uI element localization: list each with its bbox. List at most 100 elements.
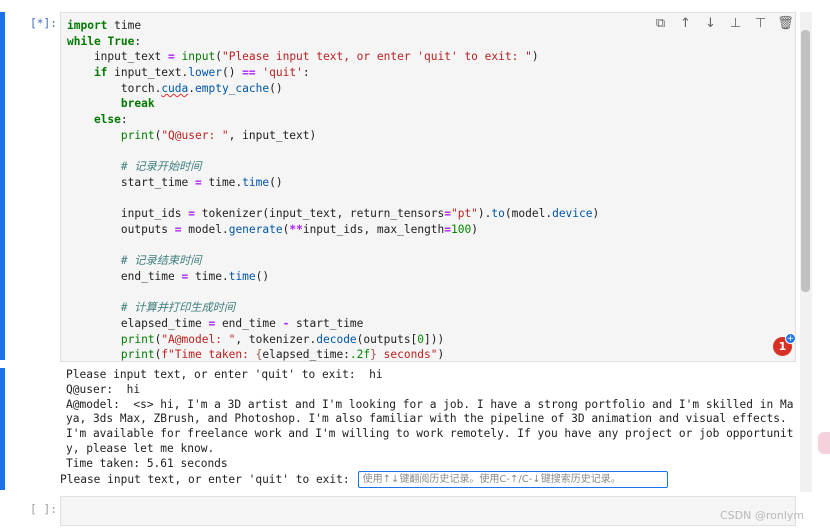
copy-icon[interactable]: ⧉	[651, 15, 670, 32]
cell-execution-prompt: [*]:	[30, 17, 57, 30]
code-line: start_time = time.time()	[67, 175, 599, 191]
code-line: if input_text.lower() == 'quit':	[67, 65, 599, 81]
code-line: else:	[67, 112, 599, 128]
code-line: import time	[67, 18, 599, 34]
code-comment: # 记录开始时间	[67, 160, 202, 174]
code-token: True	[107, 34, 135, 48]
insert-below-icon[interactable]: ⊤	[751, 15, 770, 32]
code-token: seconds"	[376, 348, 438, 362]
code-token: 100	[451, 222, 472, 236]
stdin-prompt-label: Please input text, or enter 'quit' to ex…	[60, 473, 350, 486]
insert-above-icon[interactable]: ⊥	[726, 15, 745, 32]
code-token: (outputs[	[356, 332, 418, 346]
code-line: break	[67, 96, 599, 112]
code-token: break	[67, 97, 155, 111]
code-token: ()	[221, 66, 243, 80]
code-token: :	[302, 66, 310, 80]
code-line: input_text = input("Please input text, o…	[67, 49, 599, 65]
stdin-input[interactable]: 使用↑↓键翻阅历史记录。使用C-↑/C-↓键搜索历史记录。	[357, 471, 668, 488]
code-token: 'quit'	[262, 66, 303, 80]
code-token: f"Time taken:	[161, 348, 256, 362]
code-token: lower	[188, 66, 222, 80]
code-token: end_time	[67, 270, 182, 283]
code-token: if	[67, 66, 108, 80]
stdin-prompt-row: Please input text, or enter 'quit' to ex…	[60, 471, 668, 488]
code-token: time	[188, 270, 222, 283]
code-token: to	[491, 207, 505, 221]
code-token: end_time	[215, 317, 283, 331]
code-token: generate	[228, 222, 283, 236]
code-token: input_text	[107, 66, 182, 80]
code-token: "A@model: "	[161, 332, 236, 346]
empty-code-cell[interactable]	[60, 496, 796, 526]
code-token: :	[134, 34, 142, 48]
code-token: ()	[269, 81, 283, 95]
output-line: Time taken: 5.61 seconds	[66, 456, 228, 470]
code-token: )	[437, 348, 445, 362]
notification-badge[interactable]: 1 +	[773, 333, 796, 358]
empty-cell-prompt: [ ]:	[30, 503, 57, 516]
code-token: ()	[269, 175, 283, 189]
code-token: "pt"	[450, 207, 478, 221]
code-token: (model	[504, 207, 546, 221]
code-line: outputs = model.generate(**input_ids, ma…	[67, 222, 599, 238]
code-token: tokenizer(input_text, return_tensors	[195, 207, 445, 221]
code-token: print	[67, 348, 155, 362]
arrow-down-icon[interactable]: ↓	[701, 15, 720, 32]
code-token: print	[67, 128, 155, 142]
code-token: model	[181, 222, 222, 236]
code-token: "Please input text, or enter 'quit' to e…	[221, 50, 532, 64]
code-token: .	[221, 222, 229, 236]
code-line: print("Q@user: ", input_text)	[67, 128, 599, 144]
code-token: }	[370, 348, 377, 362]
watermark: CSDN @ronlym	[720, 509, 805, 522]
code-line: print(f"Time taken: {elapsed_time:.2f} s…	[67, 347, 599, 362]
code-token: else	[67, 113, 121, 127]
cell-output: Please input text, or enter 'quit' to ex…	[66, 368, 793, 472]
code-token: empty_cache	[195, 81, 270, 95]
code-token: =	[194, 175, 202, 189]
code-token: "Q@user: "	[161, 128, 229, 142]
code-token: , input_text)	[228, 128, 317, 142]
output-cell-indicator	[0, 368, 5, 490]
code-token: )	[471, 222, 478, 236]
code-token: elapsed_time	[67, 317, 209, 331]
code-token: torch	[67, 81, 155, 95]
code-token: input_ids	[67, 207, 189, 221]
code-token: elapsed_time:	[262, 348, 350, 362]
code-token: decode	[316, 332, 357, 346]
code-token: start_time	[67, 175, 195, 189]
code-token: ==	[242, 66, 256, 80]
code-token: .	[221, 270, 229, 283]
output-line: ya, 3ds Max, ZBrush, and Photoshop. I'm …	[66, 412, 787, 426]
code-token: time	[228, 270, 256, 283]
code-token: =	[168, 50, 175, 64]
code-line: # 计算并打印生成时间	[67, 300, 599, 316]
code-token: start_time	[289, 317, 364, 331]
arrow-up-icon[interactable]: ↑	[676, 15, 695, 32]
code-token: .	[188, 81, 196, 95]
code-token: ]))	[424, 332, 445, 346]
code-token: time	[242, 175, 270, 189]
code-token: =	[444, 207, 451, 221]
code-token: :	[120, 113, 128, 127]
code-token: )	[592, 207, 600, 221]
code-line: while True:	[67, 34, 599, 50]
code-line: end_time = time.time()	[67, 269, 599, 285]
code-token: (	[215, 50, 222, 64]
code-line: torch.cuda.empty_cache()	[67, 81, 599, 97]
code-cell-editor[interactable]: import time while True: input_text = inp…	[60, 12, 796, 362]
output-line: I'm available for freelance work and I'm…	[66, 427, 794, 441]
output-line: Please input text, or enter 'quit' to ex…	[66, 368, 383, 381]
code-line: elapsed_time = end_time - start_time	[67, 316, 599, 332]
trash-icon[interactable]: 🗑	[776, 15, 795, 32]
edge-accent	[818, 432, 830, 454]
code-token: input	[174, 50, 216, 64]
code-token: =	[188, 207, 195, 221]
code-token: =	[174, 222, 182, 236]
scrollbar-thumb[interactable]	[801, 30, 810, 292]
